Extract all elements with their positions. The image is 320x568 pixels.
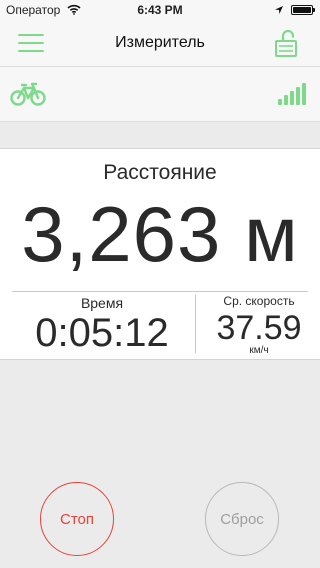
speed-value: 37.59 bbox=[216, 309, 302, 347]
speed-label: Ср. скорость bbox=[223, 294, 295, 308]
page-title: Измеритель bbox=[115, 34, 205, 51]
distance-value: 3,263 м bbox=[21, 190, 299, 278]
navigation-bar: Измеритель bbox=[0, 20, 320, 66]
status-time: 6:43 PM bbox=[137, 3, 183, 17]
reset-button[interactable]: Сброс bbox=[205, 482, 279, 556]
mode-toolbar bbox=[0, 66, 320, 122]
bicycle-icon[interactable] bbox=[10, 81, 46, 112]
gps-signal-icon bbox=[278, 83, 308, 105]
divider bbox=[195, 295, 196, 353]
menu-icon[interactable] bbox=[18, 32, 44, 54]
time-label: Время bbox=[80, 295, 124, 311]
status-bar: Оператор 6:43 PM bbox=[0, 0, 320, 20]
stop-button[interactable]: Стоп bbox=[40, 482, 114, 556]
divider bbox=[12, 291, 308, 292]
time-value: 0:05:12 bbox=[35, 311, 169, 355]
distance-label: Расстояние bbox=[103, 161, 217, 184]
location-arrow-icon bbox=[274, 4, 284, 18]
measurement-card: Расстояние 3,263 м Время 0:05:12 Ср. ско… bbox=[0, 148, 320, 360]
unlocked-padlock-icon[interactable] bbox=[274, 28, 300, 63]
battery-icon bbox=[291, 5, 313, 15]
speed-unit: км/ч bbox=[249, 345, 269, 356]
battery-tip bbox=[313, 8, 315, 12]
